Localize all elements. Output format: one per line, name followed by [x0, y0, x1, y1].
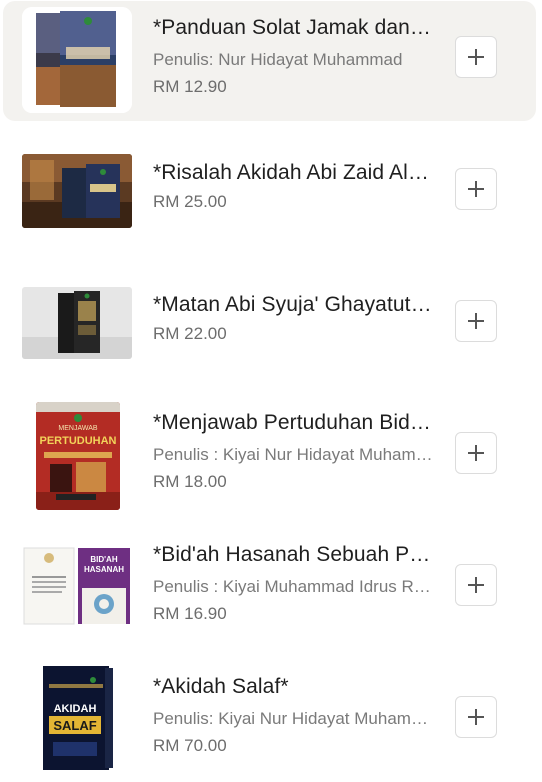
product-item-risalah-akidah[interactable]: *Risalah Akidah Abi Zaid Al-Qairawani* R…	[3, 134, 536, 254]
product-title[interactable]: *Matan Abi Syuja' Ghayatut Taqrib*	[153, 292, 433, 318]
plus-icon	[468, 445, 484, 461]
product-thumbnail[interactable]	[22, 7, 132, 113]
product-title[interactable]: *Bid'ah Hasanah Sebuah Perbahasan*	[153, 542, 433, 568]
product-item-akidah-salaf[interactable]: AKIDAH SALAF *Akidah Salaf* Penulis: Kiy…	[3, 662, 536, 782]
svg-text:HASANAH: HASANAH	[84, 565, 124, 574]
svg-text:MENJAWAB: MENJAWAB	[58, 425, 97, 432]
add-to-cart-button[interactable]	[455, 432, 497, 474]
product-thumbnail[interactable]: MENJAWAB PERTUDUHAN	[36, 402, 120, 510]
add-to-cart-button[interactable]	[455, 564, 497, 606]
product-author: Penulis: Kiyai Nur Hidayat Muhammad	[153, 709, 433, 728]
product-thumbnail[interactable]	[22, 287, 132, 359]
product-price: RM 22.00	[153, 324, 227, 343]
svg-text:PERTUDUHAN: PERTUDUHAN	[40, 435, 117, 447]
add-to-cart-button[interactable]	[455, 168, 497, 210]
plus-icon	[468, 577, 484, 593]
product-author: Penulis: Nur Hidayat Muhammad	[153, 50, 403, 69]
product-title[interactable]: *Menjawab Pertuduhan Bid'ah*	[153, 410, 433, 436]
product-item-panduan-solat[interactable]: *Panduan Solat Jamak dan Qasar* Penulis:…	[3, 1, 536, 121]
svg-text:BID'AH: BID'AH	[90, 555, 117, 564]
product-price: RM 18.00	[153, 472, 227, 491]
add-to-cart-button[interactable]	[455, 300, 497, 342]
book-cover-panduan-solat-icon	[22, 7, 132, 113]
product-price: RM 12.90	[153, 77, 227, 96]
product-author: Penulis : Kiyai Nur Hidayat Muhammad	[153, 445, 433, 464]
book-cover-akidah-salaf-icon: AKIDAH SALAF	[39, 664, 117, 774]
product-thumbnail[interactable]: AKIDAH SALAF	[39, 664, 117, 774]
book-cover-risalah-akidah-icon	[22, 154, 132, 228]
product-title[interactable]: *Akidah Salaf*	[153, 674, 433, 700]
book-cover-menjawab-pertuduhan-icon: MENJAWAB PERTUDUHAN	[36, 402, 120, 510]
product-title[interactable]: *Panduan Solat Jamak dan Qasar*	[153, 15, 433, 41]
add-to-cart-button[interactable]	[455, 36, 497, 78]
book-cover-matan-abi-syuja-icon	[22, 287, 132, 359]
plus-icon	[468, 709, 484, 725]
svg-text:SALAF: SALAF	[53, 718, 96, 733]
product-title[interactable]: *Risalah Akidah Abi Zaid Al-Qairawani*	[153, 160, 433, 186]
product-item-bidah-hasanah[interactable]: BID'AH HASANAH *Bid'ah Hasanah Sebuah Pe…	[3, 530, 536, 650]
book-cover-bidah-hasanah-icon: BID'AH HASANAH	[22, 546, 132, 626]
product-thumbnail[interactable]: BID'AH HASANAH	[22, 546, 132, 626]
product-list: *Panduan Solat Jamak dan Qasar* Penulis:…	[0, 0, 542, 775]
plus-icon	[468, 181, 484, 197]
product-price: RM 25.00	[153, 192, 227, 211]
plus-icon	[468, 49, 484, 65]
add-to-cart-button[interactable]	[455, 696, 497, 738]
product-author: Penulis : Kiyai Muhammad Idrus Ramli	[153, 577, 433, 596]
product-item-menjawab-pertuduhan[interactable]: MENJAWAB PERTUDUHAN *Menjawab Pertuduhan…	[3, 398, 536, 518]
product-item-matan-abi-syuja[interactable]: *Matan Abi Syuja' Ghayatut Taqrib* RM 22…	[3, 266, 536, 386]
product-price: RM 70.00	[153, 736, 227, 755]
plus-icon	[468, 313, 484, 329]
svg-text:AKIDAH: AKIDAH	[54, 703, 97, 715]
product-price: RM 16.90	[153, 604, 227, 623]
product-thumbnail[interactable]	[22, 154, 132, 228]
